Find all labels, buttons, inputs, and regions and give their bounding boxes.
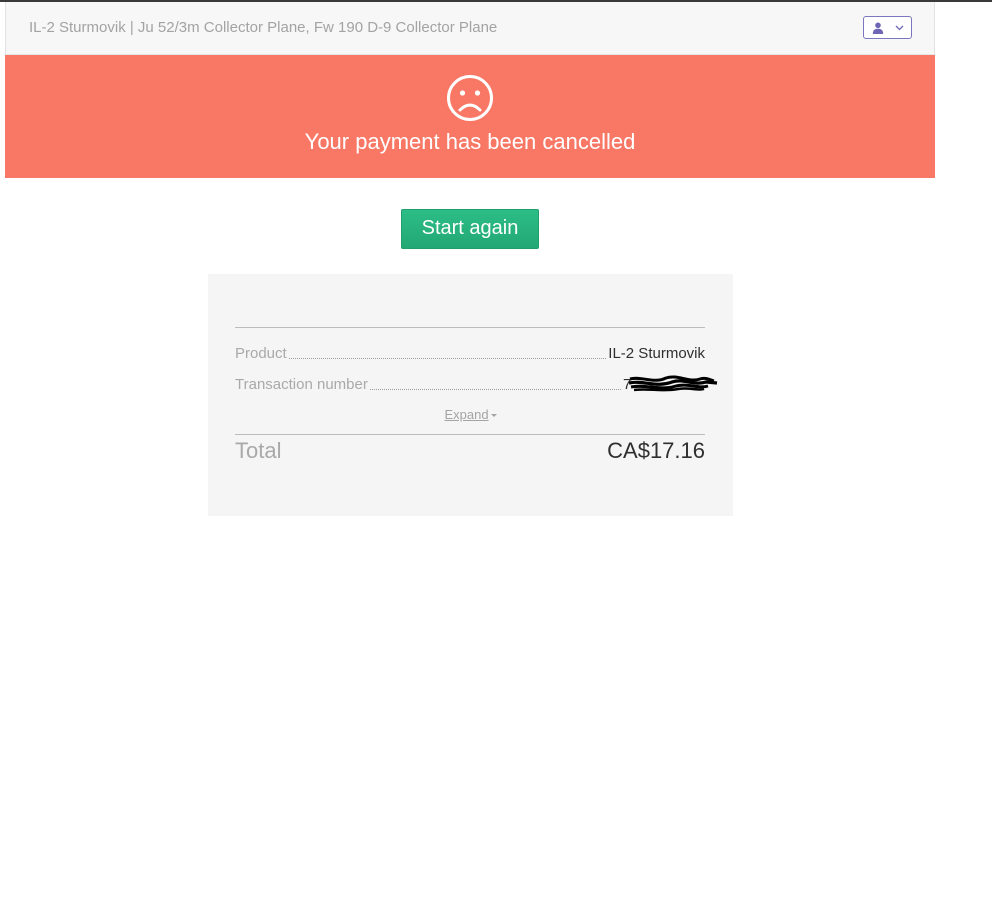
expand-toggle[interactable]: Expand	[208, 407, 733, 422]
checkout-frame: IL-2 Sturmovik | Ju 52/3m Collector Plan…	[5, 2, 935, 178]
payment-cancelled-banner: Your payment has been cancelled	[5, 55, 935, 178]
leader-dots	[288, 358, 607, 359]
summary-row-product: Product IL-2 Sturmovik	[235, 344, 705, 362]
redaction-scribble	[628, 375, 718, 392]
banner-message: Your payment has been cancelled	[304, 129, 636, 154]
start-again-button[interactable]: Start again	[401, 209, 539, 249]
summary-top-divider	[235, 327, 705, 328]
user-menu-button[interactable]	[863, 16, 912, 39]
product-value: IL-2 Sturmovik	[608, 345, 705, 362]
transaction-value-redacted: 7	[623, 375, 718, 393]
order-summary: Product IL-2 Sturmovik Transaction numbe…	[208, 274, 733, 516]
page-title: IL-2 Sturmovik | Ju 52/3m Collector Plan…	[29, 19, 498, 36]
chevron-down-icon	[895, 25, 904, 31]
user-icon	[872, 22, 884, 34]
product-label: Product	[235, 345, 287, 362]
total-label: Total	[235, 438, 282, 463]
caret-down-icon	[490, 414, 497, 418]
transaction-label: Transaction number	[235, 376, 368, 393]
total-amount: CA$17.16	[607, 438, 705, 463]
header-bar: IL-2 Sturmovik | Ju 52/3m Collector Plan…	[5, 2, 935, 55]
leader-dots	[369, 389, 621, 390]
expand-link[interactable]: Expand	[444, 407, 488, 422]
sad-face-icon	[447, 75, 493, 121]
summary-row-transaction: Transaction number 7	[235, 375, 718, 393]
summary-total-divider	[235, 434, 705, 435]
